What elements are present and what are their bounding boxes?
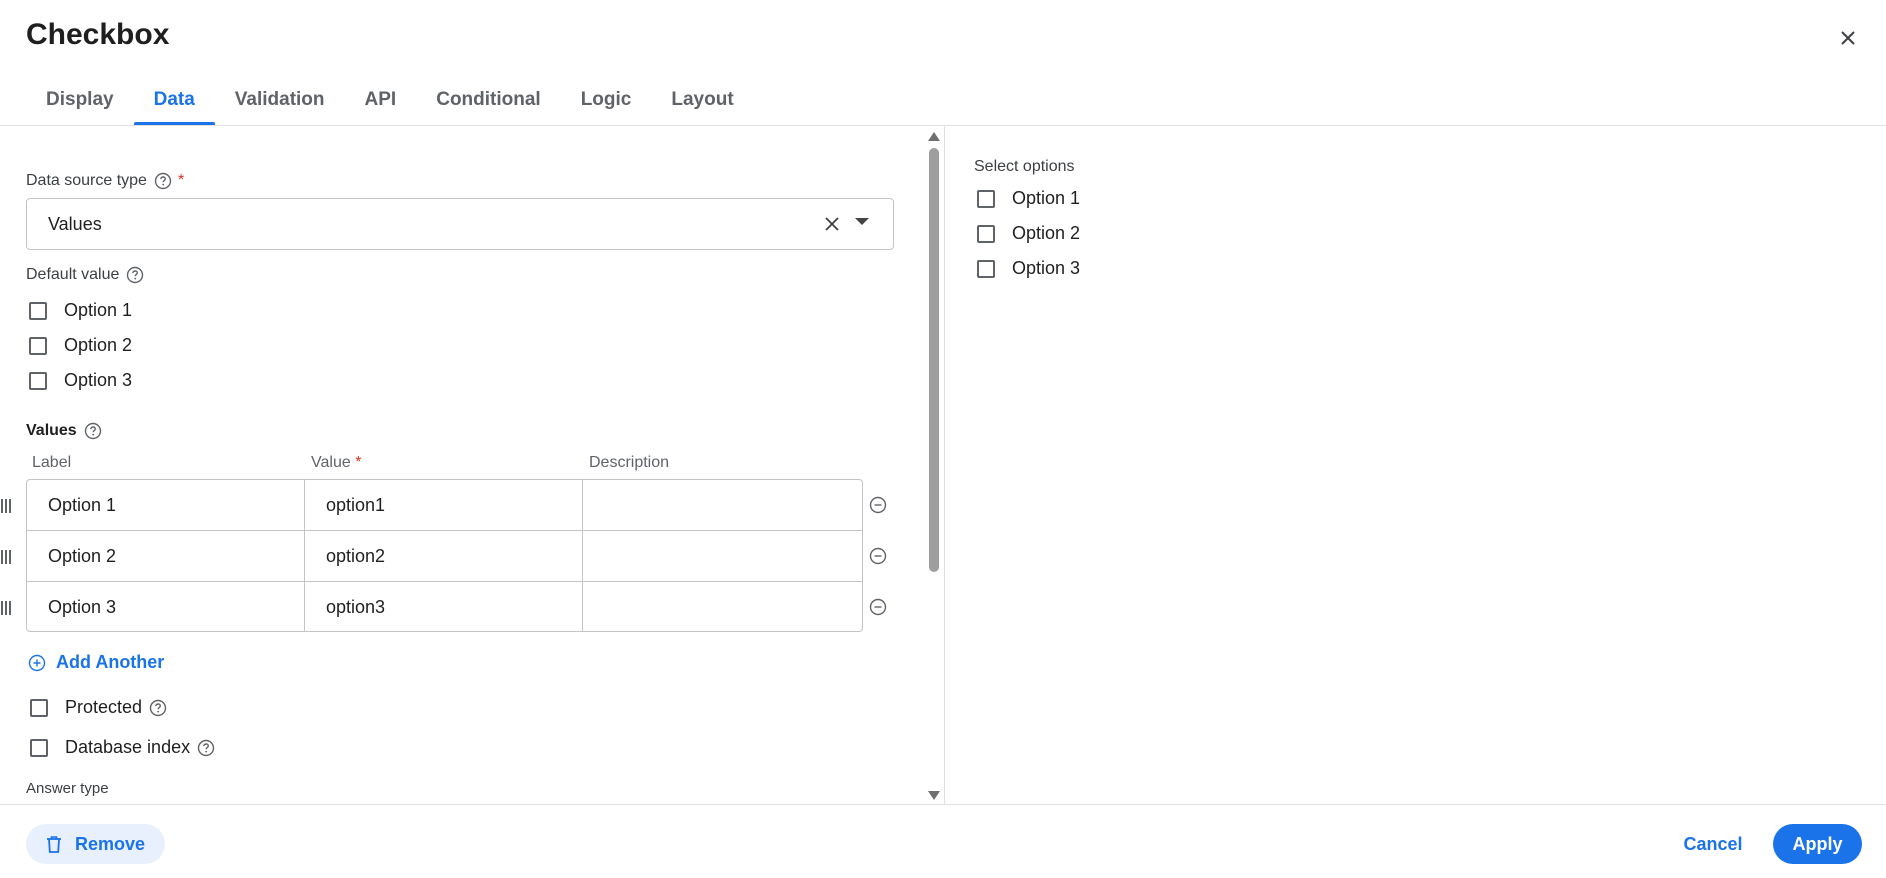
table-row: Option 3 option3 [27,582,862,631]
protected-checkbox-row[interactable]: Protected [30,697,167,718]
checkbox[interactable] [977,259,995,278]
default-value-label: Default value [26,266,144,284]
remove-row-icon[interactable] [868,495,888,515]
preview-panel: Select options Option 1 Option 2 Option … [945,126,1886,804]
help-icon[interactable] [197,739,215,757]
column-header-description: Description [589,454,670,471]
checkbox[interactable] [30,738,48,757]
preview-label: Select options [974,158,1075,175]
add-circle-icon [28,654,46,672]
remove-row-icon[interactable] [868,546,888,566]
required-mark: * [177,172,185,189]
help-icon[interactable] [154,172,172,190]
value-input[interactable]: option2 [305,531,583,581]
checkbox[interactable] [977,189,995,208]
description-input[interactable] [583,480,862,530]
values-table: Option 1 option1 Option 2 option2 Option… [26,479,863,632]
help-icon[interactable] [149,699,167,717]
dialog-title: Checkbox [26,18,170,51]
database-index-checkbox-row[interactable]: Database index [30,737,215,758]
help-icon[interactable] [84,422,102,440]
tab-validation[interactable]: Validation [215,74,345,124]
data-source-select[interactable]: Values [26,198,894,250]
column-header-value: Value * [311,454,362,471]
tab-logic[interactable]: Logic [561,74,652,124]
dropdown-arrow-icon[interactable] [855,218,869,225]
checkbox[interactable] [29,336,47,355]
answer-type-label: Answer type [26,780,109,797]
trash-icon [46,835,62,853]
preview-option-3[interactable]: Option 3 [977,258,1080,279]
drag-handle-icon[interactable] [1,601,13,615]
close-icon [1841,31,1855,45]
apply-button[interactable]: Apply [1773,824,1862,864]
add-another-button[interactable]: Add Another [28,652,164,673]
description-input[interactable] [583,582,862,631]
scroll-up-arrow-icon[interactable] [928,132,940,141]
drag-handle-icon[interactable] [1,550,13,564]
description-input[interactable] [583,531,862,581]
label-input[interactable]: Option 3 [27,582,305,631]
value-input[interactable]: option1 [305,480,583,530]
help-icon[interactable] [126,266,144,284]
tab-display[interactable]: Display [26,74,134,124]
label-input[interactable]: Option 1 [27,480,305,530]
footer-divider [0,804,1886,805]
tab-bar: Display Data Validation API Conditional … [26,74,754,125]
tab-api[interactable]: API [345,74,417,124]
remove-row-icon[interactable] [868,597,888,617]
label-input[interactable]: Option 2 [27,531,305,581]
preview-option-2[interactable]: Option 2 [977,223,1080,244]
scroll-down-arrow-icon[interactable] [928,791,940,800]
data-source-label: Data source type * [26,172,185,190]
preview-option-1[interactable]: Option 1 [977,188,1080,209]
value-input[interactable]: option3 [305,582,583,631]
cancel-button[interactable]: Cancel [1670,824,1756,864]
required-mark: * [355,454,362,471]
tab-layout[interactable]: Layout [651,74,753,124]
checkbox[interactable] [29,301,47,320]
remove-button[interactable]: Remove [26,824,165,864]
values-section-title: Values [26,422,102,440]
settings-panel: Data source type * Values Default value … [0,126,924,804]
table-row: Option 1 option1 [27,480,862,531]
clear-icon[interactable] [821,213,843,235]
default-option-3[interactable]: Option 3 [29,370,132,391]
column-header-label: Label [32,454,72,471]
tab-data[interactable]: Data [133,74,215,125]
checkbox[interactable] [30,698,48,717]
default-option-2[interactable]: Option 2 [29,335,132,356]
drag-handle-icon[interactable] [1,499,13,513]
scrollbar[interactable] [924,126,944,804]
scroll-thumb[interactable] [929,148,939,572]
checkbox[interactable] [977,224,995,243]
default-option-1[interactable]: Option 1 [29,300,132,321]
data-source-value: Values [48,213,102,234]
tab-conditional[interactable]: Conditional [416,74,560,124]
table-row: Option 2 option2 [27,531,862,582]
checkbox[interactable] [29,371,47,390]
close-button[interactable] [1832,22,1864,54]
